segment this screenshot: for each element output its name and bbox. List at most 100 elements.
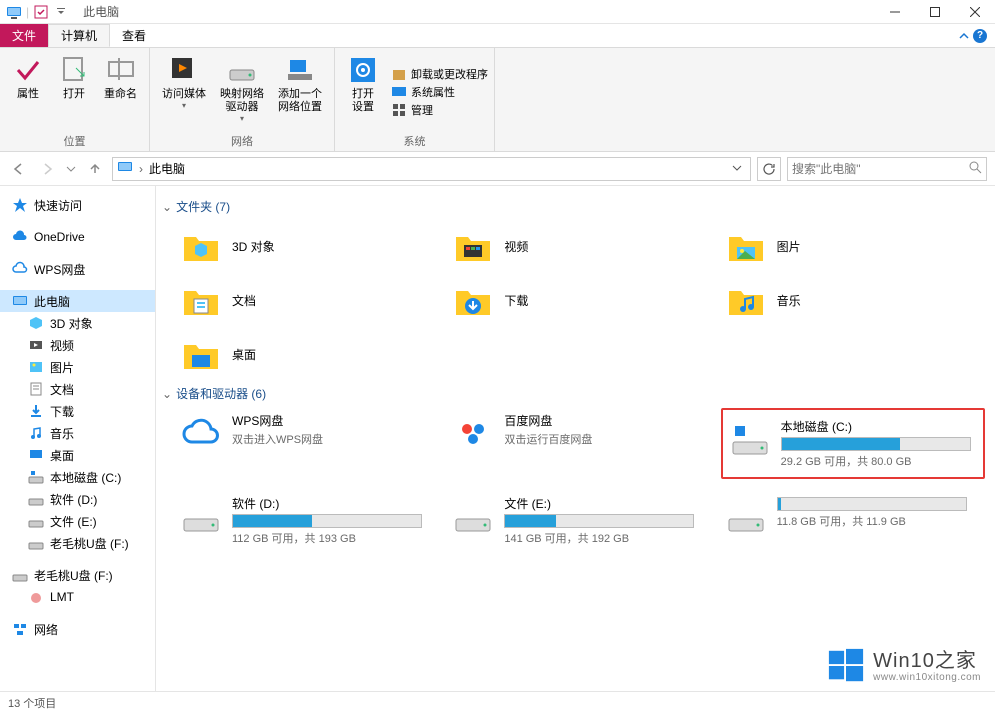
computer-small-icon (391, 84, 407, 100)
open-icon (58, 54, 90, 86)
tab-file[interactable]: 文件 (0, 24, 48, 47)
folder-videos[interactable]: 视频 (448, 221, 712, 271)
drive-e[interactable]: 文件 (E:) 141 GB 可用，共 192 GB (448, 491, 712, 550)
back-button[interactable] (8, 158, 30, 180)
tree-disk-f2[interactable]: 老毛桃U盘 (F:) (0, 564, 155, 586)
address-dropdown[interactable] (728, 162, 746, 176)
help-button[interactable]: ? (951, 24, 995, 47)
body: 快速访问 OneDrive WPS网盘 此电脑 3D 对象 视频 图片 文档 下… (0, 186, 995, 691)
qat-dropdown-icon[interactable] (53, 4, 69, 20)
drive-icon (226, 54, 258, 86)
computer-icon (117, 159, 133, 178)
tab-computer[interactable]: 计算机 (48, 24, 110, 47)
folder-desktop[interactable]: 桌面 (176, 329, 440, 379)
window-controls (875, 0, 995, 24)
cube-icon (28, 315, 44, 331)
tree-disk-e[interactable]: 文件 (E:) (0, 510, 155, 532)
rename-button[interactable]: 重命名 (98, 52, 143, 131)
network-icon (12, 621, 28, 637)
tree-quick-access[interactable]: 快速访问 (0, 194, 155, 216)
computer-icon (6, 4, 22, 20)
folder-icon (725, 225, 767, 267)
picture-icon (28, 359, 44, 375)
system-props-button[interactable]: 系统属性 (391, 84, 488, 100)
tree-pictures[interactable]: 图片 (0, 356, 155, 378)
tree-3d-objects[interactable]: 3D 对象 (0, 312, 155, 334)
folder-documents[interactable]: 文档 (176, 275, 440, 325)
ribbon-group-location: 属性 打开 重命名 位置 (0, 48, 150, 151)
drive-c[interactable]: 本地磁盘 (C:) 29.2 GB 可用，共 80.0 GB (721, 408, 985, 479)
baidu-icon (452, 412, 494, 454)
folder-icon (725, 279, 767, 321)
forward-button[interactable] (36, 158, 58, 180)
network-location-icon (284, 54, 316, 86)
folder-downloads[interactable]: 下载 (448, 275, 712, 325)
drive-baidu[interactable]: 百度网盘 双击运行百度网盘 (448, 408, 712, 479)
folder-pictures[interactable]: 图片 (721, 221, 985, 271)
drive-f[interactable]: 11.8 GB 可用，共 11.9 GB (721, 491, 985, 550)
refresh-button[interactable] (757, 157, 781, 181)
folder-3d-objects[interactable]: 3D 对象 (176, 221, 440, 271)
windows-logo-icon (827, 647, 865, 685)
quick-access-toolbar: | (0, 4, 69, 20)
section-drives-header[interactable]: ⌄ 设备和驱动器 (6) (162, 379, 985, 408)
tree-network[interactable]: 网络 (0, 618, 155, 640)
up-button[interactable] (84, 158, 106, 180)
watermark: Win10之家 www.win10xitong.com (827, 647, 981, 685)
tree-downloads[interactable]: 下载 (0, 400, 155, 422)
folder-music[interactable]: 音乐 (721, 275, 985, 325)
search-input[interactable] (792, 162, 968, 176)
document-icon (28, 381, 44, 397)
recent-dropdown[interactable] (64, 158, 78, 180)
uninstall-button[interactable]: 卸载或更改程序 (391, 66, 488, 82)
chevron-right-icon[interactable]: › (139, 162, 143, 176)
map-drive-button[interactable]: 映射网络 驱动器 ▾ (214, 52, 270, 131)
desktop-icon (28, 447, 44, 463)
open-settings-button[interactable]: 打开 设置 (341, 52, 385, 131)
tree-desktop[interactable]: 桌面 (0, 444, 155, 466)
folder-icon (180, 279, 222, 321)
window-title: 此电脑 (83, 3, 119, 20)
section-folders-header[interactable]: ⌄ 文件夹 (7) (162, 192, 985, 221)
tree-wps[interactable]: WPS网盘 (0, 258, 155, 280)
chevron-up-icon (959, 31, 969, 41)
ribbon-group-network: 访问媒体 ▾ 映射网络 驱动器 ▾ 添加一个 网络位置 网络 (150, 48, 335, 151)
manage-button[interactable]: 管理 (391, 102, 488, 118)
content-area: ⌄ 文件夹 (7) 3D 对象 视频 图片 文档 下载 (156, 186, 995, 691)
rename-icon (105, 54, 137, 86)
add-location-button[interactable]: 添加一个 网络位置 (272, 52, 328, 131)
item-count: 13 个项目 (8, 695, 56, 711)
close-button[interactable] (955, 0, 995, 24)
minimize-button[interactable] (875, 0, 915, 24)
folder-icon (180, 225, 222, 267)
tree-music[interactable]: 音乐 (0, 422, 155, 444)
drive-d[interactable]: 软件 (D:) 112 GB 可用，共 193 GB (176, 491, 440, 550)
maximize-button[interactable] (915, 0, 955, 24)
chevron-down-icon: ▾ (182, 101, 186, 110)
navigation-tree[interactable]: 快速访问 OneDrive WPS网盘 此电脑 3D 对象 视频 图片 文档 下… (0, 186, 156, 691)
tree-disk-f[interactable]: 老毛桃U盘 (F:) (0, 532, 155, 554)
cloud-icon (12, 229, 28, 245)
music-icon (28, 425, 44, 441)
tree-disk-d[interactable]: 软件 (D:) (0, 488, 155, 510)
search-icon[interactable] (968, 160, 982, 177)
tree-lmt[interactable]: LMT (0, 586, 155, 608)
drive-wps[interactable]: WPS网盘 双击进入WPS网盘 (176, 408, 440, 479)
drive-icon (28, 513, 44, 529)
properties-icon[interactable] (33, 4, 49, 20)
properties-button[interactable]: 属性 (6, 52, 50, 131)
tree-disk-c[interactable]: 本地磁盘 (C:) (0, 466, 155, 488)
tab-view[interactable]: 查看 (110, 24, 158, 47)
drives-grid: WPS网盘 双击进入WPS网盘 百度网盘 双击运行百度网盘 本地磁盘 (C:) … (162, 408, 985, 570)
tree-this-pc[interactable]: 此电脑 (0, 290, 155, 312)
address-box[interactable]: › 此电脑 (112, 157, 751, 181)
box-icon (391, 66, 407, 82)
open-button[interactable]: 打开 (52, 52, 96, 131)
search-box[interactable] (787, 157, 987, 181)
access-media-button[interactable]: 访问媒体 ▾ (156, 52, 212, 131)
tree-videos[interactable]: 视频 (0, 334, 155, 356)
address-bar: › 此电脑 (0, 152, 995, 186)
tree-documents[interactable]: 文档 (0, 378, 155, 400)
tree-onedrive[interactable]: OneDrive (0, 226, 155, 248)
breadcrumb[interactable]: 此电脑 (149, 160, 185, 177)
